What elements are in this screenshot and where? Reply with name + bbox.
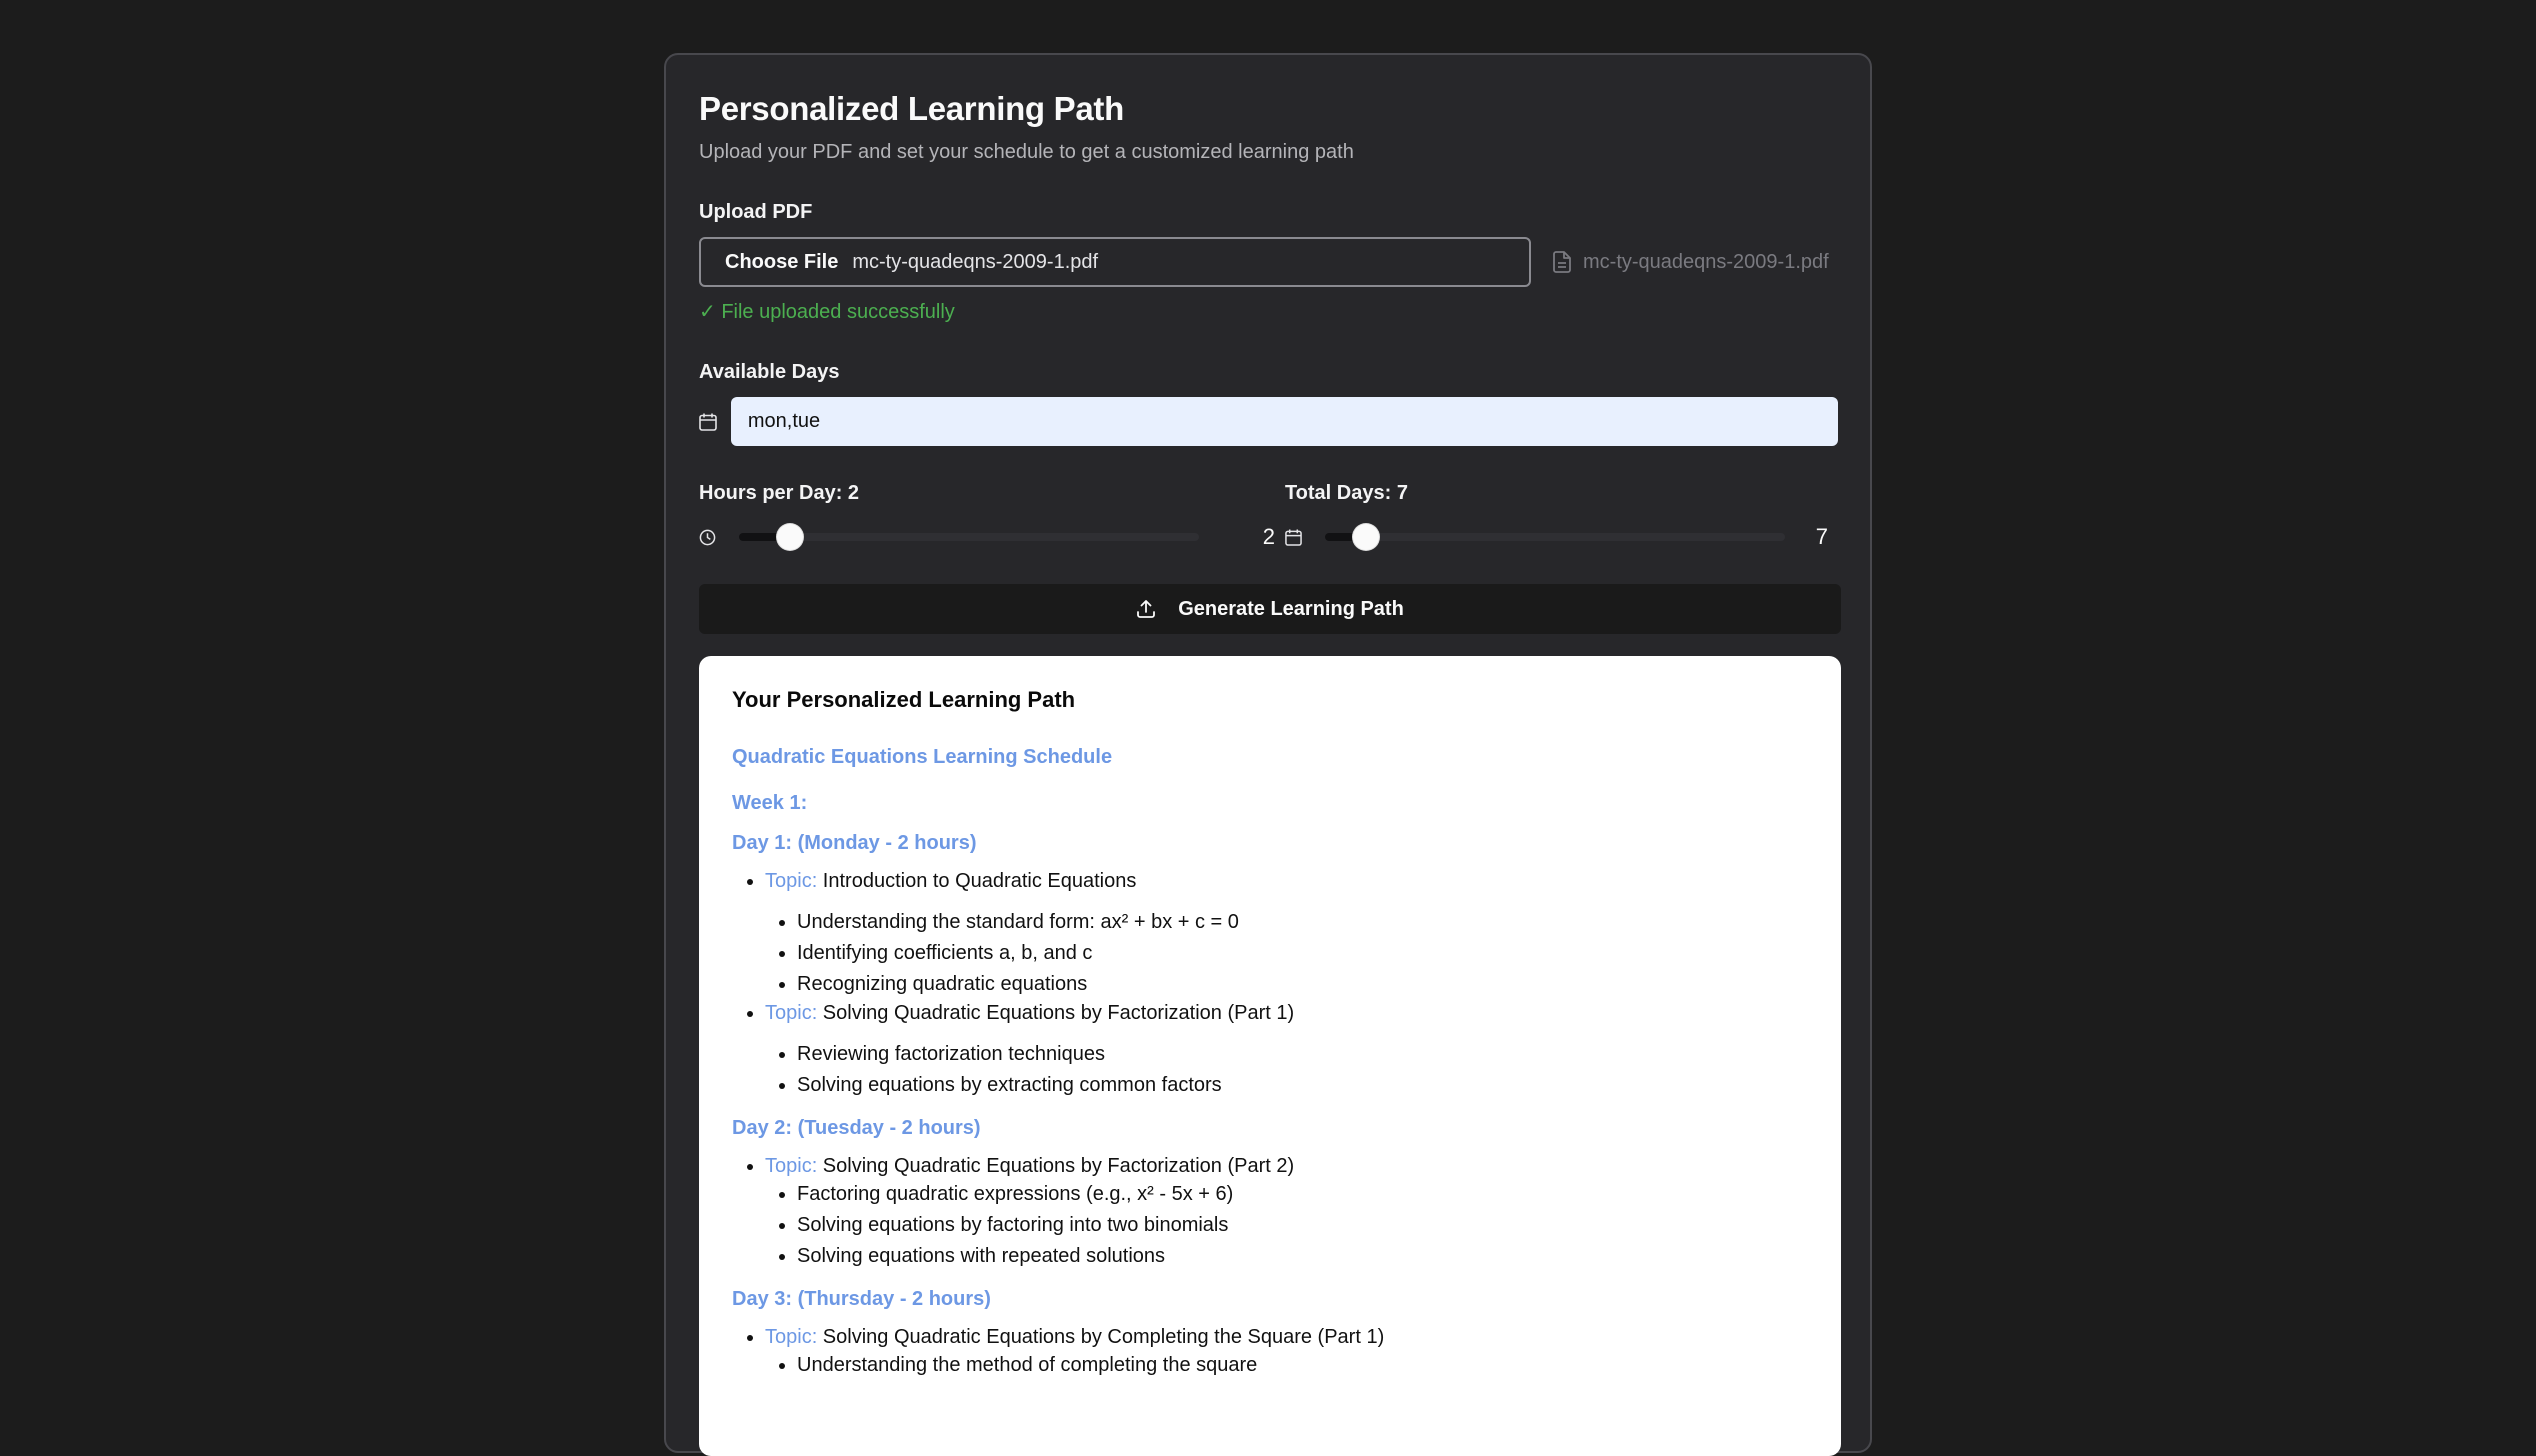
topic-text: Introduction to Quadratic Equations bbox=[817, 870, 1137, 892]
topic-label: Topic: bbox=[765, 1326, 818, 1348]
total-days-group: Total Days: 7 7 bbox=[1285, 480, 1838, 552]
list-item: Understanding the standard form: ax² + b… bbox=[797, 907, 1808, 938]
page-subtitle: Upload your PDF and set your schedule to… bbox=[699, 141, 1354, 163]
schedule-title: Quadratic Equations Learning Schedule bbox=[732, 746, 1113, 768]
uploaded-file-name: mc-ty-quadeqns-2009-1.pdf bbox=[1583, 250, 1829, 273]
hours-per-day-slider[interactable] bbox=[739, 524, 1199, 550]
day-heading: Day 2: (Tuesday - 2 hours) bbox=[732, 1117, 981, 1139]
total-days-value: 7 bbox=[1815, 524, 1828, 549]
result-title: Your Personalized Learning Path bbox=[732, 687, 1076, 712]
list-item: Recognizing quadratic equations bbox=[797, 969, 1808, 1000]
upload-label: Upload PDF bbox=[699, 201, 813, 223]
day3-topics: Topic: Solving Quadratic Equations by Co… bbox=[732, 1324, 1808, 1381]
day-heading: Day 1: (Monday - 2 hours) bbox=[732, 832, 977, 854]
topic-subitems: Factoring quadratic expressions (e.g., x… bbox=[765, 1179, 1808, 1272]
learning-path-result: Your Personalized Learning Path Quadrati… bbox=[699, 656, 1841, 1456]
total-days-slider-row: 7 bbox=[1285, 522, 1838, 552]
sliders-row: Hours per Day: 2 2 Total Days: 7 7 bbox=[699, 480, 1838, 552]
day1-topics: Topic: Introduction to Quadratic Equatio… bbox=[732, 868, 1808, 1101]
day2-topics: Topic: Solving Quadratic Equations by Fa… bbox=[732, 1153, 1808, 1272]
list-item: Solving equations with repeated solution… bbox=[797, 1241, 1808, 1272]
hours-slider-row: 2 bbox=[699, 522, 1285, 552]
topic-text: Solving Quadratic Equations by Factoriza… bbox=[817, 1155, 1295, 1177]
topic-label: Topic: bbox=[765, 1002, 818, 1024]
file-input[interactable]: Choose File mc-ty-quadeqns-2009-1.pdf bbox=[699, 237, 1531, 287]
hours-slider-thumb[interactable] bbox=[776, 524, 803, 550]
available-days-input[interactable] bbox=[730, 397, 1838, 446]
total-days-slider-thumb[interactable] bbox=[1353, 524, 1380, 550]
topic-label: Topic: bbox=[765, 870, 818, 892]
available-days-label: Available Days bbox=[699, 361, 840, 383]
clock-icon bbox=[699, 529, 739, 546]
hours-per-day-value: 2 bbox=[1262, 524, 1275, 549]
topic-item: Topic: Solving Quadratic Equations by Fa… bbox=[765, 1000, 1808, 1101]
topic-text: Solving Quadratic Equations by Factoriza… bbox=[817, 1002, 1295, 1024]
upload-icon bbox=[1137, 600, 1156, 618]
list-item: Reviewing factorization techniques bbox=[797, 1039, 1808, 1070]
day-heading: Day 3: (Thursday - 2 hours) bbox=[732, 1288, 991, 1310]
page-title: Personalized Learning Path bbox=[699, 90, 1124, 127]
topic-item: Topic: Solving Quadratic Equations by Fa… bbox=[765, 1153, 1808, 1272]
list-item: Understanding the method of completing t… bbox=[797, 1350, 1808, 1381]
total-days-slider[interactable] bbox=[1324, 524, 1785, 550]
available-days-row bbox=[699, 397, 1838, 446]
list-item: Factoring quadratic expressions (e.g., x… bbox=[797, 1179, 1808, 1210]
learning-path-card: Personalized Learning Path Upload your P… bbox=[664, 53, 1872, 1456]
choose-file-button[interactable]: Choose File bbox=[725, 251, 838, 274]
list-item: Solving equations by factoring into two … bbox=[797, 1210, 1808, 1241]
topic-subitems: Understanding the method of completing t… bbox=[765, 1350, 1808, 1381]
topic-item: Topic: Introduction to Quadratic Equatio… bbox=[765, 868, 1808, 1000]
topic-text: Solving Quadratic Equations by Completin… bbox=[817, 1326, 1385, 1348]
uploaded-file-indicator: mc-ty-quadeqns-2009-1.pdf bbox=[1553, 251, 1829, 274]
list-item: Solving equations by extracting common f… bbox=[797, 1070, 1808, 1101]
generate-learning-path-button[interactable]: Generate Learning Path bbox=[699, 584, 1841, 634]
topic-subitems: Reviewing factorization techniques Solvi… bbox=[765, 1039, 1808, 1101]
topic-subitems: Understanding the standard form: ax² + b… bbox=[765, 907, 1808, 1000]
topic-label: Topic: bbox=[765, 1155, 818, 1177]
upload-success-message: ✓ File uploaded successfully bbox=[699, 301, 955, 323]
hours-per-day-group: Hours per Day: 2 2 bbox=[699, 480, 1285, 552]
week-heading: Week 1: bbox=[732, 792, 808, 814]
file-icon bbox=[1553, 251, 1571, 273]
hours-per-day-label: Hours per Day: 2 bbox=[699, 482, 860, 504]
calendar-icon bbox=[1285, 528, 1325, 546]
list-item: Identifying coefficients a, b, and c bbox=[797, 938, 1808, 969]
generate-button-label: Generate Learning Path bbox=[1178, 597, 1404, 620]
file-upload-row: Choose File mc-ty-quadeqns-2009-1.pdf mc… bbox=[699, 237, 1838, 287]
calendar-icon bbox=[699, 413, 731, 431]
selected-file-name: mc-ty-quadeqns-2009-1.pdf bbox=[852, 250, 1099, 273]
total-days-label: Total Days: 7 bbox=[1284, 482, 1408, 504]
topic-item: Topic: Solving Quadratic Equations by Co… bbox=[765, 1324, 1808, 1381]
